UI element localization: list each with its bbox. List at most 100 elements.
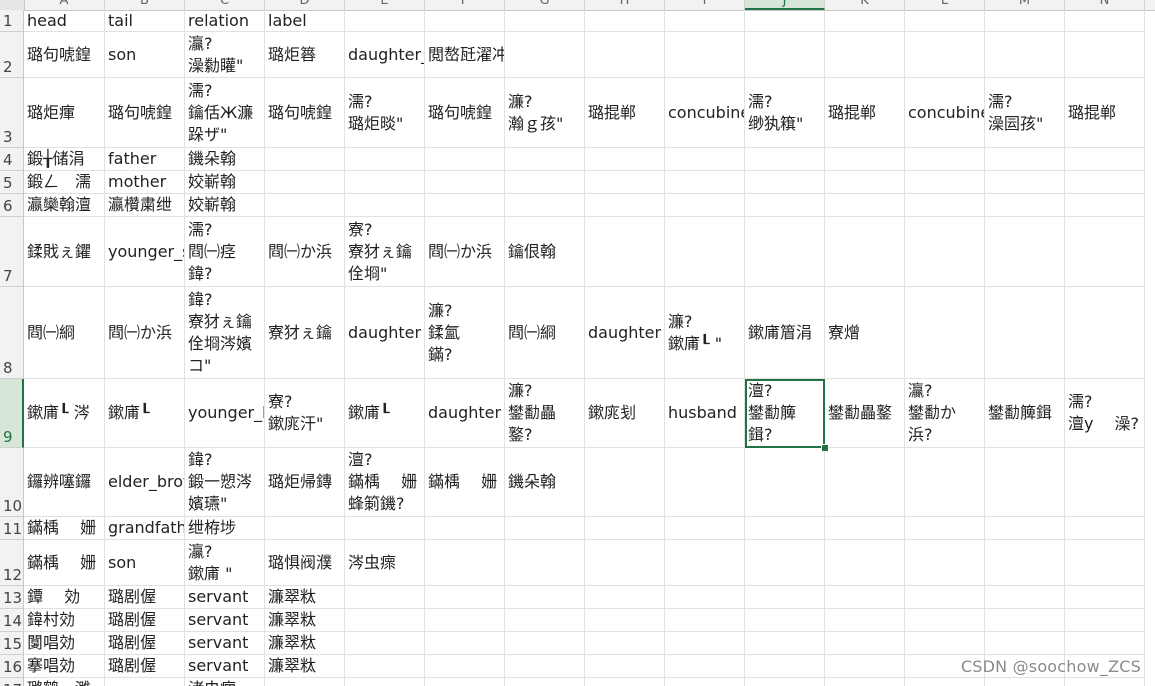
cell-e5[interactable]: [345, 171, 425, 194]
cell-g6[interactable]: [505, 194, 585, 217]
cell-j4[interactable]: [745, 148, 825, 171]
cell-d17[interactable]: [265, 678, 345, 686]
cell-e4[interactable]: [345, 148, 425, 171]
cell-h14[interactable]: [585, 609, 665, 632]
column-header-a[interactable]: A: [24, 0, 105, 10]
cell-j10[interactable]: [745, 448, 825, 517]
cell-h9[interactable]: 鏉庣刬: [585, 379, 665, 448]
column-header-h[interactable]: H: [585, 0, 665, 10]
cell-b14[interactable]: 璐剧偓: [105, 609, 185, 632]
column-header-f[interactable]: F: [425, 0, 505, 10]
cell-a9[interactable]: 鏉庯┖ 涔: [24, 379, 105, 448]
cell-h3[interactable]: 璐掍郸: [585, 78, 665, 148]
row-header-4[interactable]: 4: [0, 148, 24, 171]
cell-i12[interactable]: [665, 540, 745, 586]
cell-c2[interactable]: 灜? 澡勬矔": [185, 32, 265, 78]
cell-c5[interactable]: 姣嶄翰: [185, 171, 265, 194]
cell-a7[interactable]: 鍒戝ぇ鑺: [24, 217, 105, 287]
column-header-j[interactable]: J: [745, 0, 825, 10]
cell-n10[interactable]: [1065, 448, 1145, 517]
cell-i10[interactable]: [665, 448, 745, 517]
cell-g5[interactable]: [505, 171, 585, 194]
cell-i15[interactable]: [665, 632, 745, 655]
cell-h10[interactable]: [585, 448, 665, 517]
cell-i14[interactable]: [665, 609, 745, 632]
cell-m4[interactable]: [985, 148, 1065, 171]
cell-g10[interactable]: 鐖朵翰: [505, 448, 585, 517]
cell-n9[interactable]: 濡? 澶у 澡?: [1065, 379, 1145, 448]
cell-g12[interactable]: [505, 540, 585, 586]
row-header-2[interactable]: 2: [0, 32, 24, 78]
cell-a6[interactable]: 瀛欒翰澶: [24, 194, 105, 217]
cell-k16[interactable]: [825, 655, 905, 678]
cell-i5[interactable]: [665, 171, 745, 194]
cell-a5[interactable]: 鍛ㄥ 濡: [24, 171, 105, 194]
cell-h17[interactable]: [585, 678, 665, 686]
cell-g15[interactable]: [505, 632, 585, 655]
cell-c6[interactable]: 姣嶄翰: [185, 194, 265, 217]
cell-h2[interactable]: [585, 32, 665, 78]
cell-e6[interactable]: [345, 194, 425, 217]
cell-m13[interactable]: [985, 586, 1065, 609]
cell-a12[interactable]: 鏋楀 姗: [24, 540, 105, 586]
cell-m2[interactable]: [985, 32, 1065, 78]
cell-a10[interactable]: 鑼辨噻鑼: [24, 448, 105, 517]
row-header-10[interactable]: 10: [0, 448, 24, 517]
cell-c7[interactable]: 濡? 閰㈠痉 鍏?: [185, 217, 265, 287]
cell-b9[interactable]: 鏉庯┖: [105, 379, 185, 448]
cell-b11[interactable]: grandfath: [105, 517, 185, 540]
row-header-7[interactable]: 7: [0, 217, 24, 287]
cell-k17[interactable]: [825, 678, 905, 686]
cell-k8[interactable]: 寮熷: [825, 287, 905, 379]
cell-e17[interactable]: [345, 678, 425, 686]
row-header-13[interactable]: 13: [0, 586, 24, 609]
row-header-15[interactable]: 15: [0, 632, 24, 655]
cell-i13[interactable]: [665, 586, 745, 609]
cell-m1[interactable]: [985, 10, 1065, 32]
row-header-9[interactable]: 9: [0, 379, 24, 448]
cell-a14[interactable]: 鍏村効: [24, 609, 105, 632]
cell-k9[interactable]: 鐢勫畾鐜: [825, 379, 905, 448]
row-header-11[interactable]: 11: [0, 517, 24, 540]
cell-g1[interactable]: [505, 10, 585, 32]
cell-a2[interactable]: 璐句唬鍠: [24, 32, 105, 78]
cell-b17[interactable]: [105, 678, 185, 686]
cell-d5[interactable]: [265, 171, 345, 194]
cell-c16[interactable]: servant: [185, 655, 265, 678]
cell-g17[interactable]: [505, 678, 585, 686]
cell-e14[interactable]: [345, 609, 425, 632]
column-header-i[interactable]: I: [665, 0, 745, 10]
cell-b7[interactable]: younger_s: [105, 217, 185, 287]
cell-i1[interactable]: [665, 10, 745, 32]
cell-f9[interactable]: daughter: [425, 379, 505, 448]
cell-k5[interactable]: [825, 171, 905, 194]
cell-h13[interactable]: [585, 586, 665, 609]
cell-c15[interactable]: servant: [185, 632, 265, 655]
cell-b16[interactable]: 璐剧偓: [105, 655, 185, 678]
cell-a15[interactable]: 闅唱効: [24, 632, 105, 655]
cell-g7[interactable]: 鑰佷翰: [505, 217, 585, 287]
cell-h7[interactable]: [585, 217, 665, 287]
cell-a1[interactable]: head: [24, 10, 105, 32]
cell-h1[interactable]: [585, 10, 665, 32]
cell-m8[interactable]: [985, 287, 1065, 379]
cell-n12[interactable]: [1065, 540, 1145, 586]
cell-m17[interactable]: [985, 678, 1065, 686]
cell-j14[interactable]: [745, 609, 825, 632]
cell-m12[interactable]: [985, 540, 1065, 586]
cell-n3[interactable]: 璐掍郸: [1065, 78, 1145, 148]
cell-a8[interactable]: 閰㈠綗: [24, 287, 105, 379]
cell-j13[interactable]: [745, 586, 825, 609]
cell-m5[interactable]: [985, 171, 1065, 194]
cell-n8[interactable]: [1065, 287, 1145, 379]
cell-k3[interactable]: 璐掍郸: [825, 78, 905, 148]
select-all-corner[interactable]: [0, 0, 25, 10]
column-header-k[interactable]: K: [825, 0, 905, 10]
row-header-1[interactable]: 1: [0, 10, 24, 32]
cell-b13[interactable]: 璐剧偓: [105, 586, 185, 609]
cell-h16[interactable]: [585, 655, 665, 678]
cell-f4[interactable]: [425, 148, 505, 171]
cell-g4[interactable]: [505, 148, 585, 171]
cell-j11[interactable]: [745, 517, 825, 540]
cell-c1[interactable]: relation: [185, 10, 265, 32]
